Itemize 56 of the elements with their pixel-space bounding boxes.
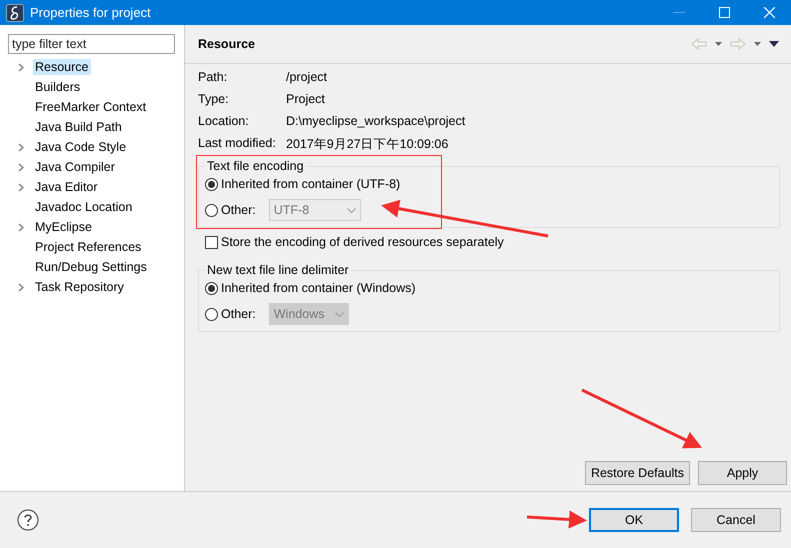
help-icon[interactable] (17, 509, 39, 531)
field-label: Path: (198, 70, 228, 84)
apply-button[interactable]: Apply (698, 461, 787, 485)
close-icon[interactable] (764, 7, 775, 18)
tree-item[interactable]: Resource (33, 59, 90, 75)
filter-field[interactable]: type filter text (8, 34, 175, 54)
chevron-icon[interactable] (18, 182, 24, 192)
chevron-down-icon (346, 208, 356, 212)
app-icon (6, 4, 24, 22)
field-label: Type: (198, 92, 230, 106)
radio-button[interactable] (205, 308, 218, 320)
radio-label: Inherited from container (Windows) (221, 281, 416, 295)
menu-icon[interactable] (769, 41, 779, 47)
chevron-icon[interactable] (18, 282, 24, 292)
tree-item[interactable]: Java Editor (33, 179, 100, 195)
maximize-icon[interactable] (719, 7, 730, 18)
tree-item[interactable]: Task Repository (33, 279, 126, 295)
field-label: Location: (198, 114, 250, 128)
window-title: Properties for project (30, 5, 151, 20)
radio-label: Inherited from container (UTF-8) (221, 177, 400, 191)
dropdown-icon[interactable] (754, 42, 761, 46)
radio-button[interactable] (205, 204, 218, 216)
group-title: New text file line delimiter (205, 263, 351, 277)
field-value: D:\myeclipse_workspace\project (286, 114, 466, 128)
tree-item[interactable]: Builders (33, 79, 82, 95)
tree-item[interactable]: Java Compiler (33, 159, 117, 175)
field-value: 2017年9月27日下午10:09:06 (286, 136, 450, 153)
radio-button[interactable] (205, 178, 218, 190)
tree-item[interactable]: Java Code Style (33, 139, 128, 155)
chevron-icon[interactable] (18, 162, 24, 172)
radio-label: Other: (221, 307, 256, 321)
dropdown[interactable]: UTF-8 (268, 199, 361, 221)
tree-item[interactable]: Project References (33, 239, 144, 255)
field-value: /project (286, 70, 328, 84)
ok-button[interactable]: OK (589, 508, 679, 532)
chevron-down-icon (334, 312, 344, 316)
chevron-icon[interactable] (18, 222, 24, 232)
chevron-icon[interactable] (18, 62, 24, 72)
page-title: Resource (198, 37, 255, 51)
tree-item[interactable]: Run/Debug Settings (33, 259, 149, 275)
checkbox[interactable] (205, 236, 218, 248)
restore-defaults-button[interactable]: Restore Defaults (585, 461, 690, 485)
dropdown-icon[interactable] (715, 42, 722, 46)
tree-item[interactable]: Java Build Path (33, 119, 124, 135)
checkbox-label: Store the encoding of derived resources separately (221, 235, 504, 249)
chevron-icon[interactable] (18, 142, 24, 152)
tree-item[interactable]: Javadoc Location (33, 199, 134, 215)
group-title: Text file encoding (205, 159, 306, 173)
field-value: Project (286, 92, 326, 106)
annotation-arrow (526, 510, 587, 528)
radio-label: Other: (221, 203, 256, 217)
field-label: Last modified: (198, 136, 277, 152)
tree-item[interactable]: FreeMarker Context (33, 99, 148, 115)
cancel-button[interactable]: Cancel (691, 508, 781, 532)
tree-item[interactable]: MyEclipse (33, 219, 94, 235)
radio-button[interactable] (205, 282, 218, 294)
